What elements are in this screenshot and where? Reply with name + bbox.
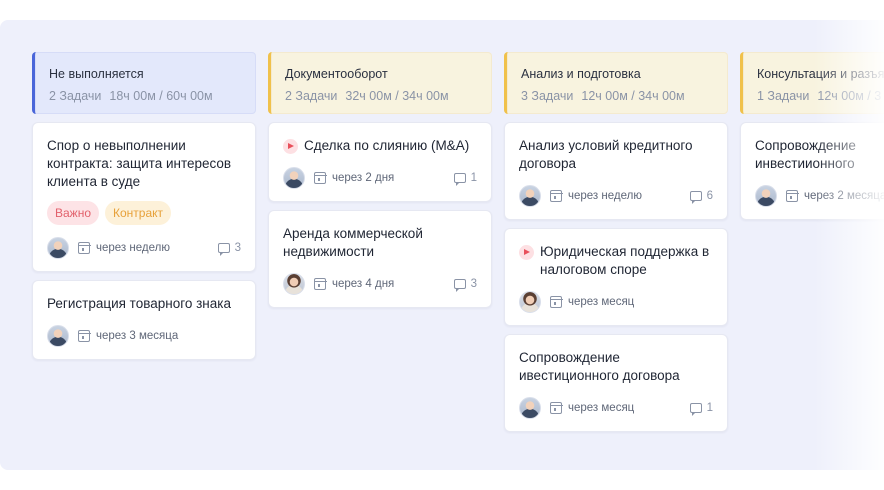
card-title: Юридическая поддержка в налоговом споре [519, 243, 713, 279]
task-card[interactable]: Сделка по слиянию (M&A) через 2 дня 1 [268, 122, 492, 202]
column-stats: 3 Задачи 12ч 00м / 34ч 00м [521, 89, 714, 103]
task-card[interactable]: Сопровождение ивестиционного договора че… [504, 334, 728, 432]
comment-count: 3 [470, 278, 477, 290]
male-avatar[interactable] [47, 237, 69, 259]
calendar-icon [313, 278, 327, 290]
column-title: Не выполняется [49, 67, 144, 81]
male-avatar[interactable] [519, 397, 541, 419]
card-title-text: Регистрация товарного знака [47, 296, 231, 311]
column-document-flow: Документооборот 2 Задачи 32ч 00м / 34ч 00… [268, 52, 492, 432]
calendar-icon [549, 296, 563, 308]
column-stats: 2 Задачи 18ч 00м / 60ч 00м [49, 89, 242, 103]
column-header[interactable]: Не выполняется 2 Задачи 18ч 00м / 60ч 00м [32, 52, 256, 114]
card-title: Аренда коммерческой недвижимости [283, 225, 477, 261]
tasks-count: 2 Задачи [285, 89, 338, 103]
column-stats: 2 Задачи 32ч 00м / 34ч 00м [285, 89, 478, 103]
tasks-count: 2 Задачи [49, 89, 102, 103]
high-priority-icon [519, 245, 534, 260]
due-date: через неделю [96, 242, 170, 254]
tag-contract[interactable]: Контракт [105, 201, 172, 225]
card-title-text: Сопровождение ивестиционного договора [519, 350, 680, 383]
card-title: Сделка по слиянию (M&A) [283, 137, 477, 155]
calendar-icon [549, 402, 563, 414]
male-avatar[interactable] [519, 185, 541, 207]
comment-icon[interactable] [453, 279, 466, 292]
calendar-icon [785, 190, 799, 202]
calendar-icon [77, 242, 91, 254]
column-not-started: Не выполняется 2 Задачи 18ч 00м / 60ч 00м… [32, 52, 256, 432]
column-header[interactable]: Консультация и разъя 1 Задачи 12ч 00м / 3 [740, 52, 884, 114]
time-tracked: 32ч 00м / 34ч 00м [345, 89, 449, 103]
card-title-text: Анализ условий кредитного договора [519, 138, 693, 171]
time-tracked: 12ч 00м / 3 [817, 89, 882, 103]
task-card[interactable]: Анализ условий кредитного договора через… [504, 122, 728, 220]
card-title: Сопровождение ивестиционного договора [519, 349, 713, 385]
card-title: Анализ условий кредитного договора [519, 137, 713, 173]
card-meta: через 2 месяца [755, 185, 884, 207]
comment-count: 3 [234, 242, 241, 254]
comment-icon[interactable] [453, 173, 466, 186]
column-stats: 1 Задачи 12ч 00м / 3 [757, 89, 884, 103]
card-meta: через месяц [519, 291, 713, 313]
due-date: через 2 месяца [804, 190, 884, 202]
column-header[interactable]: Документооборот 2 Задачи 32ч 00м / 34ч 00… [268, 52, 492, 114]
card-meta: через неделю 6 [519, 185, 713, 207]
tag-list: Важно Контракт [47, 201, 241, 225]
task-card[interactable]: Сопровождение инвестиионного через 2 мес… [740, 122, 884, 220]
calendar-icon [77, 330, 91, 342]
task-card[interactable]: Спор о невыполнении контракта: защита ин… [32, 122, 256, 272]
column-title: Документооборот [285, 67, 388, 81]
card-title-text: Сделка по слиянию (M&A) [304, 138, 470, 153]
due-date: через 4 дня [332, 278, 395, 290]
due-date: через неделю [568, 190, 642, 202]
task-card[interactable]: Аренда коммерческой недвижимости через 4… [268, 210, 492, 308]
tag-important[interactable]: Важно [47, 201, 100, 225]
task-card[interactable]: Юридическая поддержка в налоговом споре … [504, 228, 728, 326]
comment-count: 1 [706, 402, 713, 414]
comment-icon[interactable] [689, 403, 702, 416]
column-consultation: Консультация и разъя 1 Задачи 12ч 00м / 3… [740, 52, 884, 432]
male-avatar[interactable] [755, 185, 777, 207]
columns-container: Не выполняется 2 Задачи 18ч 00м / 60ч 00м… [32, 52, 884, 432]
card-title-text: Аренда коммерческой недвижимости [283, 226, 423, 259]
card-meta: через неделю 3 [47, 237, 241, 259]
male-avatar[interactable] [47, 325, 69, 347]
column-title: Анализ и подготовка [521, 67, 641, 81]
time-tracked: 12ч 00м / 34ч 00м [581, 89, 685, 103]
due-date: через месяц [568, 402, 635, 414]
comment-count: 1 [470, 172, 477, 184]
card-meta: через 2 дня 1 [283, 167, 477, 189]
column-header[interactable]: Анализ и подготовка 3 Задачи 12ч 00м / 34… [504, 52, 728, 114]
column-analysis: Анализ и подготовка 3 Задачи 12ч 00м / 34… [504, 52, 728, 432]
comment-count: 6 [706, 190, 713, 202]
card-meta: через 4 дня 3 [283, 273, 477, 295]
card-meta: через 3 месяца [47, 325, 241, 347]
card-meta: через месяц 1 [519, 397, 713, 419]
kanban-board: Не выполняется 2 Задачи 18ч 00м / 60ч 00м… [0, 20, 884, 470]
calendar-icon [313, 172, 327, 184]
card-title: Сопровождение инвестиионного [755, 137, 884, 173]
card-title-text: Спор о невыполнении контракта: защита ин… [47, 138, 232, 189]
high-priority-icon [283, 139, 298, 154]
column-title: Консультация и разъя [757, 67, 884, 81]
male-avatar[interactable] [283, 167, 305, 189]
card-title-text: Юридическая поддержка в налоговом споре [540, 244, 710, 277]
due-date: через 3 месяца [96, 330, 179, 342]
due-date: через месяц [568, 296, 635, 308]
female-avatar[interactable] [283, 273, 305, 295]
due-date: через 2 дня [332, 172, 395, 184]
card-title: Спор о невыполнении контракта: защита ин… [47, 137, 241, 191]
tasks-count: 3 Задачи [521, 89, 574, 103]
card-title: Регистрация товарного знака [47, 295, 241, 313]
card-title-text: Сопровождение инвестиионного [755, 138, 856, 171]
comment-icon[interactable] [217, 243, 230, 256]
calendar-icon [549, 190, 563, 202]
comment-icon[interactable] [689, 191, 702, 204]
task-card[interactable]: Регистрация товарного знака через 3 меся… [32, 280, 256, 360]
time-tracked: 18ч 00м / 60ч 00м [109, 89, 213, 103]
tasks-count: 1 Задачи [757, 89, 810, 103]
female-avatar[interactable] [519, 291, 541, 313]
